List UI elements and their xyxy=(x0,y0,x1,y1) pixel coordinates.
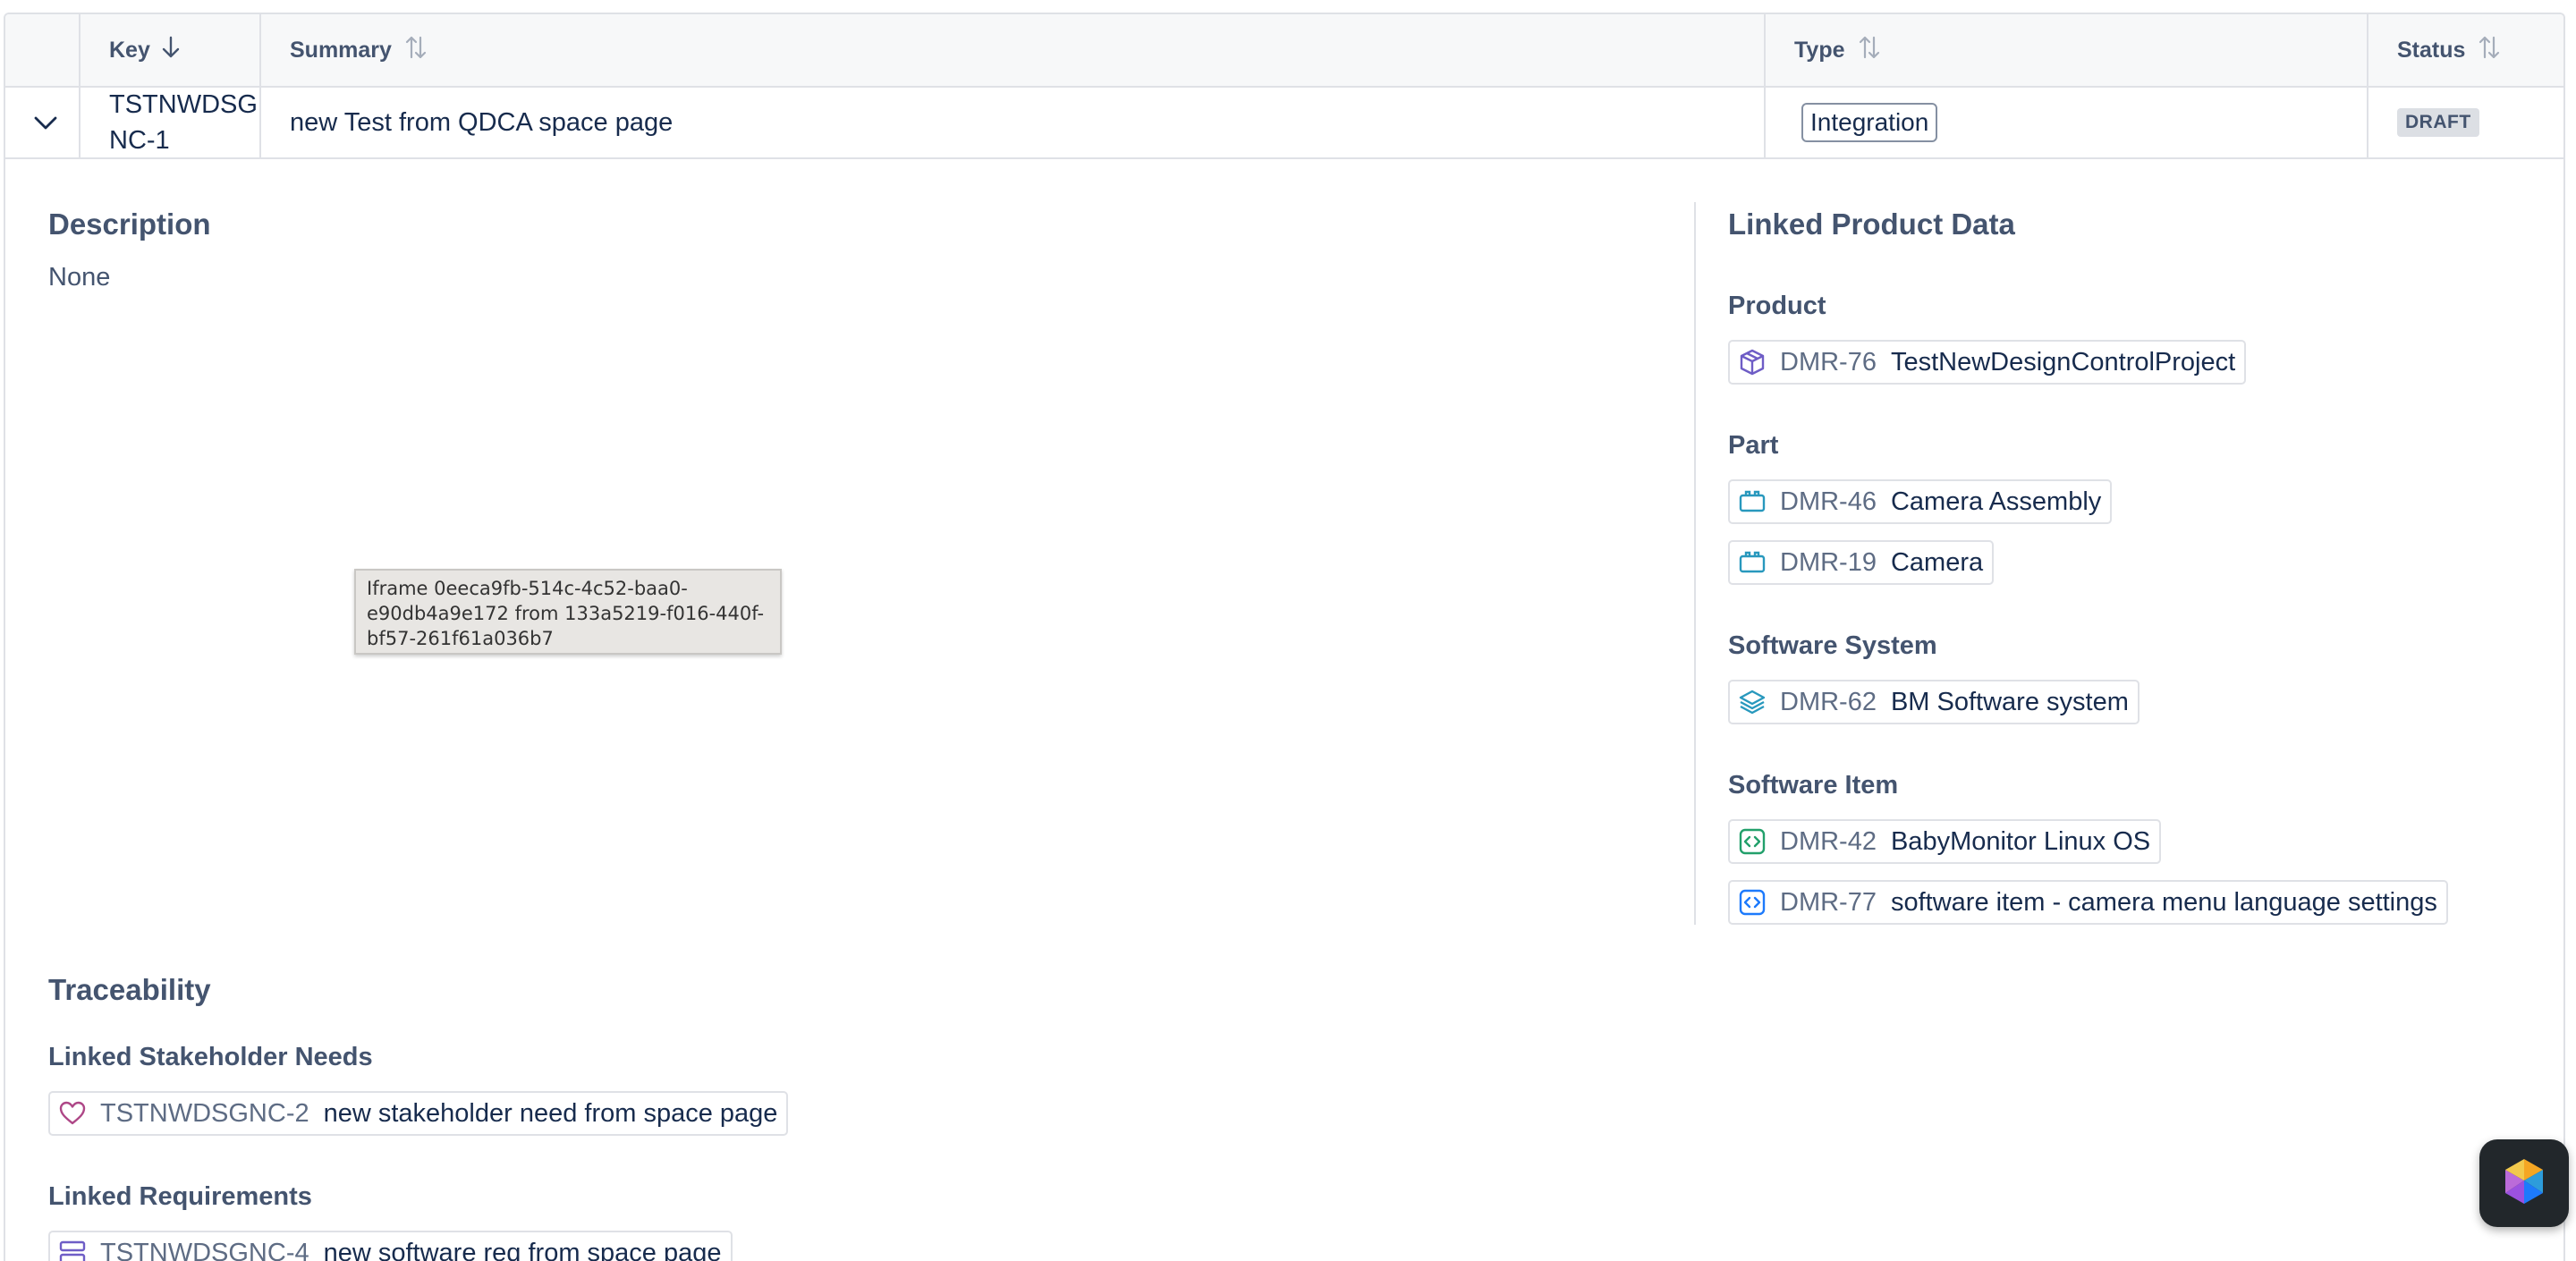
sort-icon xyxy=(1858,34,1881,67)
issue-summary[interactable]: new Test from QDCA space page xyxy=(290,88,673,157)
sort-icon xyxy=(2478,34,2501,67)
linked-requirements-label: Linked Requirements xyxy=(48,1182,312,1211)
linked-software-item-chip[interactable]: DMR-42 BabyMonitor Linux OS xyxy=(1728,819,2162,864)
software-system-label: Software System xyxy=(1728,631,1937,660)
linked-requirement-chip[interactable]: TSTNWDSGNC-4 new software req from space… xyxy=(48,1231,733,1261)
linked-software-system-chip[interactable]: DMR-62 BM Software system xyxy=(1728,680,2140,724)
linked-part-chip[interactable]: DMR-19 Camera xyxy=(1728,540,1995,585)
linked-part-chip[interactable]: DMR-46 Camera Assembly xyxy=(1728,479,2113,524)
heart-icon xyxy=(57,1098,88,1129)
part-icon xyxy=(1737,547,1767,578)
section-divider xyxy=(1694,202,1696,925)
hexagon-logo-icon xyxy=(2503,1157,2546,1210)
column-header-status[interactable]: Status xyxy=(2397,14,2501,86)
description-value: None xyxy=(48,263,111,292)
code-icon xyxy=(1737,887,1767,918)
linked-product-data-heading: Linked Product Data xyxy=(1728,207,2015,241)
type-cell: Integration xyxy=(1801,88,1938,157)
traceability-heading: Traceability xyxy=(48,973,211,1006)
column-header-type[interactable]: Type xyxy=(1794,14,1881,86)
code-icon xyxy=(1737,826,1767,857)
chevron-down-icon[interactable] xyxy=(32,109,59,136)
sort-icon xyxy=(404,34,428,67)
iframe-tooltip: Iframe 0eeca9fb-514c-4c52-baa0- e90db4a9… xyxy=(354,569,782,655)
layers-icon xyxy=(1737,687,1767,717)
table-header: Key Summary Type Status xyxy=(5,14,2563,88)
app-launcher-button[interactable] xyxy=(2479,1139,2569,1227)
part-icon xyxy=(1737,487,1767,517)
status-cell: DRAFT xyxy=(2397,88,2479,157)
linked-stakeholder-needs-label: Linked Stakeholder Needs xyxy=(48,1043,373,1071)
column-header-summary[interactable]: Summary xyxy=(290,14,428,86)
table-row[interactable]: TSTNWDSG NC-1 new Test from QDCA space p… xyxy=(5,88,2563,159)
software-item-label: Software Item xyxy=(1728,771,1899,800)
type-tag: Integration xyxy=(1801,103,1938,142)
linked-software-item-chip[interactable]: DMR-77 software item - camera menu langu… xyxy=(1728,880,2448,925)
issue-key[interactable]: TSTNWDSG NC-1 xyxy=(109,88,258,157)
part-label: Part xyxy=(1728,431,1779,460)
product-label: Product xyxy=(1728,292,1826,320)
linked-product-chip[interactable]: DMR-76 TestNewDesignControlProject xyxy=(1728,340,2247,385)
sort-descending-icon xyxy=(161,36,181,65)
linked-stakeholder-need-chip[interactable]: TSTNWDSGNC-2 new stakeholder need from s… xyxy=(48,1091,789,1136)
description-heading: Description xyxy=(48,207,211,241)
column-header-key[interactable]: Key xyxy=(109,14,181,86)
status-badge: DRAFT xyxy=(2397,108,2479,137)
requirement-icon xyxy=(57,1238,88,1261)
product-box-icon xyxy=(1737,347,1767,377)
